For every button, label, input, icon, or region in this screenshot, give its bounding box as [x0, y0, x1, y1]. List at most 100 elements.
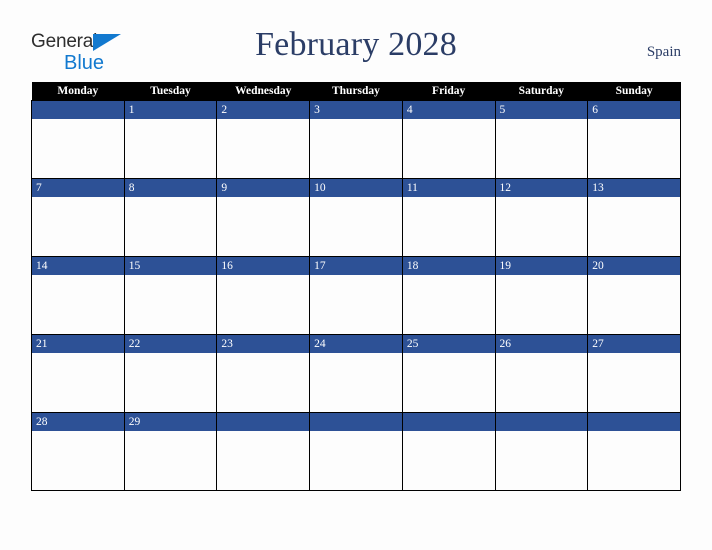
- day-number: 12: [495, 179, 588, 197]
- day-cell[interactable]: 27: [587, 334, 681, 413]
- day-cell[interactable]: 17: [309, 256, 403, 335]
- day-number: 8: [124, 179, 217, 197]
- day-cell[interactable]: 19: [494, 256, 589, 335]
- day-number: 23: [217, 335, 310, 353]
- day-events-area[interactable]: [125, 119, 217, 175]
- weekday-header-monday: Monday: [31, 82, 125, 101]
- day-events-area[interactable]: [588, 275, 680, 331]
- day-events-area[interactable]: [403, 275, 495, 331]
- day-cell[interactable]: 11: [401, 178, 496, 257]
- day-cell[interactable]: 28: [31, 412, 125, 491]
- day-events-area[interactable]: [403, 353, 495, 409]
- day-cell[interactable]: 26: [494, 334, 589, 413]
- calendar-week-row: 14 15 16 17 18 19 20: [31, 256, 681, 335]
- day-cell[interactable]: 5: [494, 100, 589, 179]
- day-events-area[interactable]: [496, 275, 588, 331]
- day-cell[interactable]: 23: [216, 334, 311, 413]
- day-number: [217, 413, 310, 431]
- day-cell[interactable]: 9: [216, 178, 311, 257]
- day-cell[interactable]: 22: [123, 334, 218, 413]
- day-events-area[interactable]: [32, 431, 124, 487]
- day-number: 3: [310, 101, 402, 119]
- day-cell[interactable]: 15: [123, 256, 218, 335]
- day-number: [32, 101, 124, 119]
- day-events-area[interactable]: [310, 197, 402, 253]
- day-cell[interactable]: 21: [31, 334, 125, 413]
- day-cell[interactable]: 8: [123, 178, 218, 257]
- day-number: [588, 413, 680, 431]
- day-events-area[interactable]: [32, 353, 124, 409]
- day-number: 11: [402, 179, 495, 197]
- day-events-area[interactable]: [125, 431, 217, 487]
- day-events-area[interactable]: [310, 353, 402, 409]
- day-events-area[interactable]: [125, 275, 217, 331]
- day-cell[interactable]: 1: [123, 100, 218, 179]
- day-cell[interactable]: [309, 412, 403, 491]
- weekday-header-wednesday: Wednesday: [216, 82, 310, 101]
- day-events-area[interactable]: [32, 197, 124, 253]
- day-number: 21: [32, 335, 124, 353]
- day-events-area[interactable]: [217, 275, 309, 331]
- day-events-area[interactable]: [125, 197, 217, 253]
- day-cell[interactable]: [587, 412, 681, 491]
- day-events-area[interactable]: [588, 353, 680, 409]
- day-cell[interactable]: [494, 412, 589, 491]
- day-cell[interactable]: 6: [587, 100, 681, 179]
- calendar-week-row: 28 29: [31, 412, 681, 491]
- day-events-area[interactable]: [217, 119, 309, 175]
- day-number: 7: [32, 179, 124, 197]
- day-cell[interactable]: 16: [216, 256, 311, 335]
- day-cell[interactable]: [216, 412, 311, 491]
- day-cell[interactable]: 20: [587, 256, 681, 335]
- day-cell[interactable]: 7: [31, 178, 125, 257]
- calendar-page: General Blue February 2028 Spain Monday …: [0, 0, 712, 550]
- day-number: 1: [124, 101, 217, 119]
- day-cell[interactable]: 29: [123, 412, 218, 491]
- day-number: 28: [32, 413, 124, 431]
- day-events-area[interactable]: [403, 431, 495, 487]
- day-events-area[interactable]: [496, 197, 588, 253]
- calendar-body: 1 2 3 4 5 6 7 8 9 10 11 12 13 14 15 16 1…: [31, 100, 681, 491]
- day-events-area[interactable]: [588, 119, 680, 175]
- day-cell[interactable]: 14: [31, 256, 125, 335]
- day-number: 13: [588, 179, 680, 197]
- day-events-area[interactable]: [496, 353, 588, 409]
- day-number: 17: [310, 257, 402, 275]
- day-events-area[interactable]: [217, 431, 309, 487]
- day-cell[interactable]: 13: [587, 178, 681, 257]
- day-events-area[interactable]: [588, 197, 680, 253]
- weekday-header-thursday: Thursday: [309, 82, 403, 101]
- day-cell[interactable]: 24: [309, 334, 403, 413]
- page-header: General Blue February 2028 Spain: [0, 0, 712, 86]
- day-events-area[interactable]: [217, 197, 309, 253]
- day-cell[interactable]: 18: [401, 256, 496, 335]
- day-events-area[interactable]: [125, 353, 217, 409]
- day-cell[interactable]: 4: [401, 100, 496, 179]
- day-cell[interactable]: [401, 412, 496, 491]
- day-number: 19: [495, 257, 588, 275]
- country-label: Spain: [646, 44, 681, 60]
- day-events-area[interactable]: [32, 275, 124, 331]
- day-cell[interactable]: 3: [309, 100, 403, 179]
- day-events-area[interactable]: [32, 119, 124, 175]
- day-events-area[interactable]: [496, 119, 588, 175]
- day-events-area[interactable]: [217, 353, 309, 409]
- day-events-area[interactable]: [403, 119, 495, 175]
- day-cell[interactable]: 2: [216, 100, 311, 179]
- day-number: 22: [124, 335, 217, 353]
- day-number: [402, 413, 495, 431]
- day-number: 25: [402, 335, 495, 353]
- day-number: 26: [495, 335, 588, 353]
- day-events-area[interactable]: [310, 119, 402, 175]
- day-events-area[interactable]: [403, 197, 495, 253]
- day-events-area[interactable]: [496, 431, 588, 487]
- day-number: 10: [310, 179, 402, 197]
- day-number: 27: [588, 335, 680, 353]
- day-events-area[interactable]: [310, 431, 402, 487]
- day-cell[interactable]: 12: [494, 178, 589, 257]
- day-cell[interactable]: 10: [309, 178, 403, 257]
- day-events-area[interactable]: [588, 431, 680, 487]
- day-cell[interactable]: [31, 100, 125, 179]
- day-events-area[interactable]: [310, 275, 402, 331]
- day-cell[interactable]: 25: [401, 334, 496, 413]
